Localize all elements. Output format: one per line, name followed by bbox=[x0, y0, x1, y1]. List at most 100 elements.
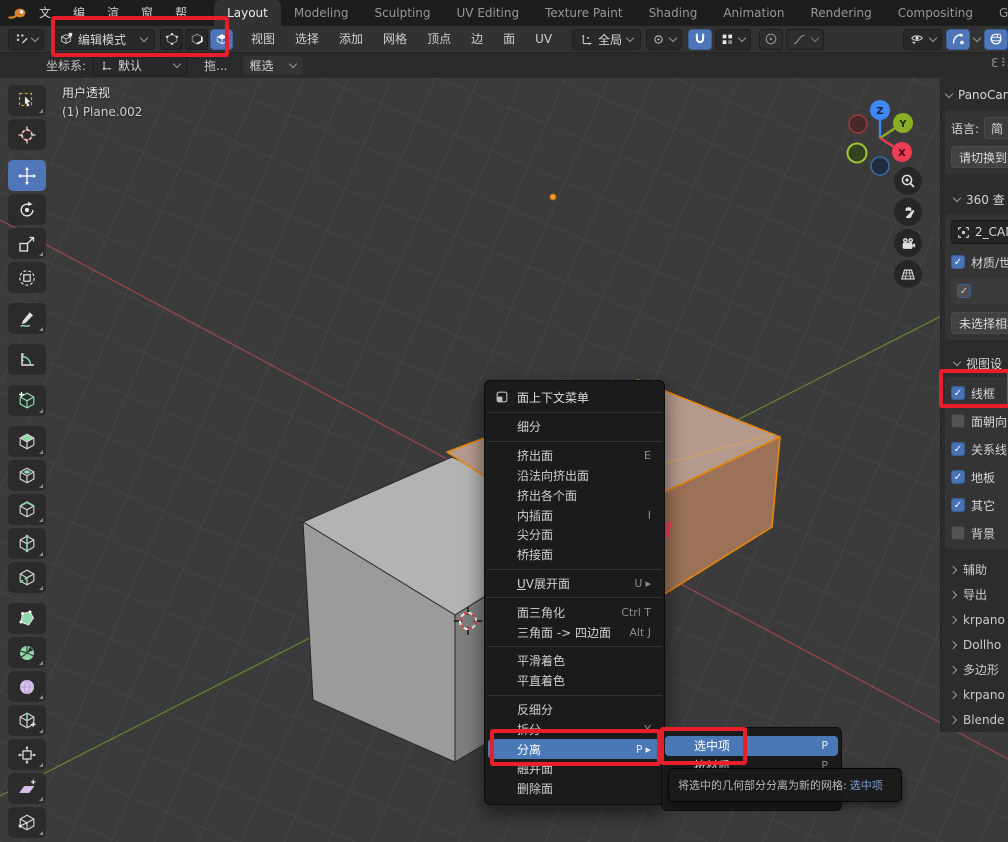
tool-shear[interactable] bbox=[8, 773, 46, 804]
viewport-menu-edge[interactable]: 边 bbox=[461, 26, 493, 52]
tool-rip-region[interactable] bbox=[8, 807, 46, 838]
material-world-checkbox[interactable]: 材质/世界 bbox=[951, 248, 1008, 276]
show-overlays-button[interactable] bbox=[984, 29, 1008, 50]
view-setting-1[interactable]: 面朝向 bbox=[951, 407, 1008, 435]
tool-extrude-region[interactable] bbox=[8, 426, 46, 457]
context-menu-item[interactable]: 内插面I bbox=[485, 505, 664, 525]
snap-toggle-button[interactable] bbox=[688, 29, 712, 50]
viewport-menu-vertex[interactable]: 顶点 bbox=[417, 26, 461, 52]
tool-loop-cut[interactable] bbox=[8, 528, 46, 559]
tool-annotate[interactable] bbox=[8, 303, 46, 334]
collapsed-section-6[interactable]: Blende bbox=[949, 707, 1008, 732]
context-menu-item[interactable]: 反细分 bbox=[485, 700, 664, 720]
tool-transform[interactable] bbox=[8, 262, 46, 293]
tool-cursor-3d[interactable] bbox=[8, 119, 46, 150]
pan-hand-button[interactable] bbox=[894, 198, 922, 226]
context-menu-item[interactable]: 三角面 -> 四边面Alt J bbox=[485, 622, 664, 642]
tool-scale[interactable] bbox=[8, 228, 46, 259]
tab-shading[interactable]: Shading bbox=[636, 0, 711, 26]
tab-uv-editing[interactable]: UV Editing bbox=[444, 0, 533, 26]
show-gizmo-button[interactable] bbox=[946, 29, 970, 50]
context-menu-item[interactable]: UV展开面U bbox=[485, 574, 664, 594]
menu-file[interactable]: 文件 bbox=[28, 0, 62, 26]
tool-box-select[interactable] bbox=[8, 85, 46, 116]
gizmo-dropdown-chevron[interactable] bbox=[973, 33, 981, 41]
camera-view-button[interactable] bbox=[894, 229, 922, 257]
submenu-item[interactable]: 选中项P bbox=[665, 736, 838, 756]
tab-rendering[interactable]: Rendering bbox=[798, 0, 885, 26]
context-menu-item[interactable]: 尖分面 bbox=[485, 525, 664, 545]
tool-inset-faces[interactable] bbox=[8, 460, 46, 491]
context-menu-item[interactable]: 平滑着色 bbox=[485, 651, 664, 671]
tool-measure[interactable] bbox=[8, 344, 46, 375]
perspective-ortho-button[interactable] bbox=[894, 260, 922, 288]
tool-spin[interactable] bbox=[8, 637, 46, 668]
edge-select-button[interactable] bbox=[185, 29, 208, 50]
collapsed-section-5[interactable]: krpano bbox=[949, 682, 1008, 707]
context-menu-item[interactable]: 挤出各个面 bbox=[485, 485, 664, 505]
transform-orientation-dropdown[interactable]: 全局 bbox=[572, 29, 641, 50]
viewport-menu-view[interactable]: 视图 bbox=[241, 26, 285, 52]
snap-target-dropdown[interactable] bbox=[715, 29, 751, 50]
tool-bevel[interactable] bbox=[8, 494, 46, 525]
select-mode-dropdown[interactable]: 框选 bbox=[242, 55, 304, 76]
tab-layout[interactable]: Layout bbox=[214, 0, 281, 26]
tab-sculpting[interactable]: Sculpting bbox=[361, 0, 443, 26]
viewport-menu-uv[interactable]: UV bbox=[525, 26, 562, 52]
vertex-select-button[interactable] bbox=[160, 29, 183, 50]
tool-edge-slide[interactable] bbox=[8, 705, 46, 736]
gray-checkbox[interactable] bbox=[957, 284, 971, 298]
editor-type-button[interactable] bbox=[8, 29, 44, 50]
menu-edit[interactable]: 编辑 bbox=[62, 0, 96, 26]
tool-knife[interactable] bbox=[8, 562, 46, 593]
falloff-dropdown[interactable] bbox=[786, 29, 824, 50]
zoom-button[interactable] bbox=[894, 167, 922, 195]
section-header-360[interactable]: 360 查 bbox=[946, 190, 1008, 208]
collapsed-section-4[interactable]: 多边形 bbox=[949, 657, 1008, 682]
viewport-menu-mesh[interactable]: 网格 bbox=[373, 26, 417, 52]
show-hide-dropdown[interactable] bbox=[903, 29, 942, 50]
tool-poly-build[interactable] bbox=[8, 603, 46, 634]
collapsed-section-2[interactable]: krpano bbox=[949, 607, 1008, 632]
context-menu-item[interactable]: 桥接面 bbox=[485, 545, 664, 565]
context-menu-item[interactable]: 细分 bbox=[485, 417, 664, 437]
viewport-menu-face[interactable]: 面 bbox=[493, 26, 525, 52]
no-camera-button[interactable]: 未选择相机 bbox=[951, 312, 1008, 334]
custom-orientation-dropdown[interactable]: 默认 bbox=[92, 55, 188, 76]
face-select-button[interactable] bbox=[210, 29, 233, 50]
menu-help[interactable]: 帮助 bbox=[164, 0, 198, 26]
editor-corner-icon[interactable]: Ɛ⠸ bbox=[991, 56, 1005, 70]
language-dropdown[interactable]: 简 bbox=[984, 117, 1008, 139]
tab-geometry-nodes[interactable]: Geometry Nodes bbox=[986, 0, 1008, 26]
axis-neg-y-ball[interactable] bbox=[848, 144, 867, 163]
viewport-menu-add[interactable]: 添加 bbox=[329, 26, 373, 52]
pivot-point-dropdown[interactable] bbox=[646, 29, 682, 50]
collapsed-section-3[interactable]: Dollho bbox=[949, 632, 1008, 657]
context-menu-item[interactable]: 平直着色 bbox=[485, 671, 664, 691]
tool-smooth[interactable] bbox=[8, 671, 46, 702]
proportional-edit-button[interactable] bbox=[759, 29, 783, 50]
menu-render[interactable]: 渲染 bbox=[96, 0, 130, 26]
view-setting-4[interactable]: 其它 bbox=[951, 491, 1008, 519]
viewport-menu-select[interactable]: 选择 bbox=[285, 26, 329, 52]
tool-move[interactable] bbox=[8, 160, 46, 191]
panel-header-panocam[interactable]: PanoCama bbox=[946, 86, 1008, 104]
view-setting-2[interactable]: 关系线 bbox=[951, 435, 1008, 463]
tab-modeling[interactable]: Modeling bbox=[281, 0, 362, 26]
camera-object-field[interactable]: 2_CAM bbox=[951, 220, 1008, 244]
axis-neg-x-ball[interactable] bbox=[849, 115, 867, 133]
view-setting-3[interactable]: 地板 bbox=[951, 463, 1008, 491]
collapsed-section-0[interactable]: 辅助 bbox=[949, 557, 1008, 582]
tab-animation[interactable]: Animation bbox=[710, 0, 797, 26]
mode-dropdown[interactable]: 编辑模式 bbox=[51, 29, 155, 50]
3d-viewport[interactable]: 用户透视 (1) Plane.002 Z Y X bbox=[0, 78, 1008, 842]
axis-neg-z-ball[interactable] bbox=[871, 157, 889, 175]
context-menu-item[interactable]: 拆分Y bbox=[485, 719, 664, 739]
context-menu-item[interactable]: 面三角化Ctrl T bbox=[485, 602, 664, 622]
menu-window[interactable]: 窗口 bbox=[130, 0, 164, 26]
section-header-view-settings[interactable]: 视图设 bbox=[946, 354, 1008, 372]
tab-compositing[interactable]: Compositing bbox=[885, 0, 986, 26]
collapsed-section-1[interactable]: 导出 bbox=[949, 582, 1008, 607]
view-setting-0[interactable]: 线框 bbox=[951, 379, 1008, 407]
context-menu-item[interactable]: 挤出面E bbox=[485, 446, 664, 466]
